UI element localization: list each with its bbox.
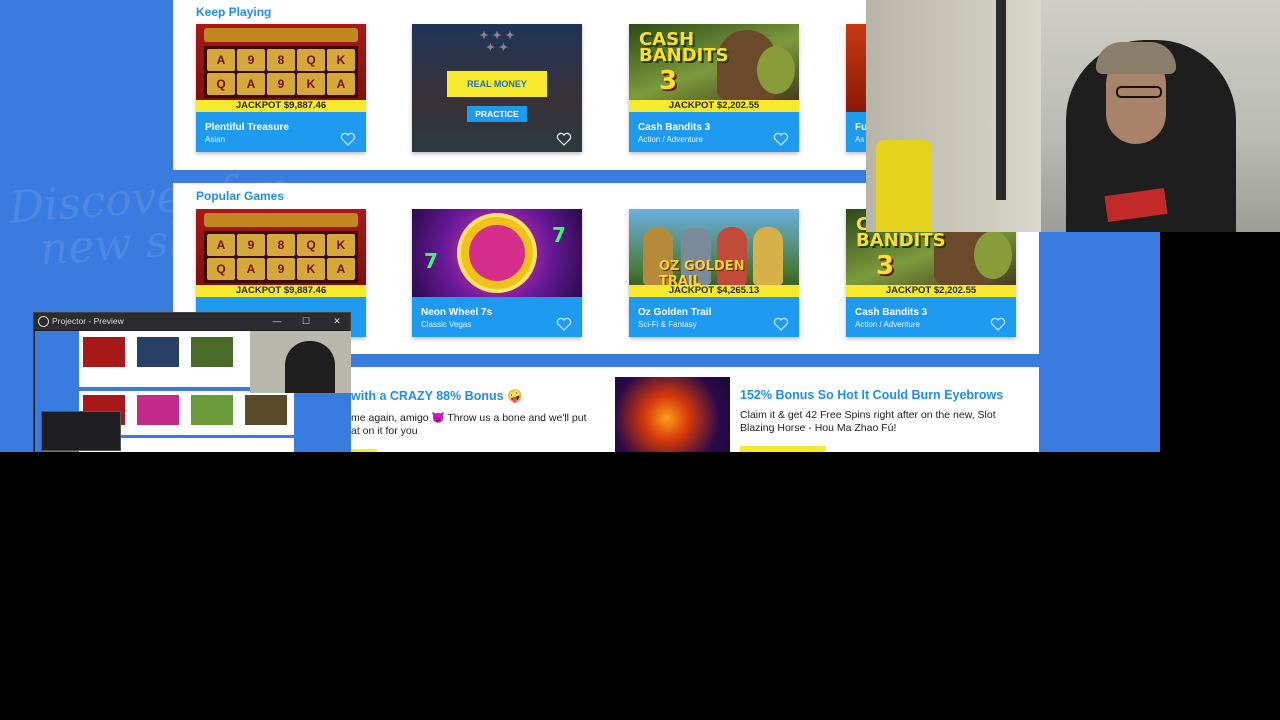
slot-reels: A98QK QA9KA <box>204 46 358 98</box>
game-thumbnail: A98QK QA9KA <box>196 209 366 297</box>
popular-games-title: Popular Games <box>196 189 285 203</box>
promo-text: me again, amigo 😈 Throw us a bone and we… <box>351 412 587 437</box>
heart-icon[interactable] <box>556 132 572 146</box>
mic-arm <box>996 0 1006 200</box>
minimize-button[interactable]: — <box>270 315 284 328</box>
obs-icon <box>38 316 49 327</box>
promo-text: Claim it & get 42 Free Spins right after… <box>740 409 996 434</box>
real-money-button[interactable]: REAL MONEY <box>447 71 547 97</box>
promo-title: 152% Bonus So Hot It Could Burn Eyebrows <box>740 388 1004 402</box>
game-logo: CASHBANDITS <box>639 29 729 66</box>
game-name: Neon Wheel 7s <box>421 307 493 318</box>
promo-claim-button[interactable] <box>740 446 826 452</box>
game-logo <box>204 213 358 227</box>
projector-preview-window[interactable]: Projector - Preview — ☐ ✕ <box>33 312 351 452</box>
wheel-graphic <box>457 213 537 293</box>
jackpot-banner: JACKPOT $4,265.13 <box>629 285 799 297</box>
jackpot-banner: JACKPOT $2,202.55 <box>846 285 1016 297</box>
blazing-horse-promo-image <box>615 377 730 452</box>
promo-title: with a CRAZY 88% Bonus 🤪 <box>351 389 523 403</box>
slot-reels: A98QK QA9KA <box>204 231 358 283</box>
heart-icon[interactable] <box>773 132 789 146</box>
webcam-overlay <box>866 0 1280 232</box>
window-titlebar[interactable]: Projector - Preview — ☐ ✕ <box>34 313 350 330</box>
game-category: Classic Vegas <box>421 320 472 329</box>
game-thumbnail: OZ GOLDEN TRAIL <box>629 209 799 297</box>
keep-playing-section: Keep Playing A98QK QA9KA JACKPOT $9,887.… <box>173 0 1016 170</box>
practice-button[interactable]: PRACTICE <box>467 106 527 122</box>
game-card-princess-quest[interactable]: ✦ ✦ ✦ ✦ ✦ REAL MONEY PRACTICE <box>412 24 582 152</box>
game-name: Oz Golden Trail <box>638 307 712 318</box>
game-name: Plentiful Treasure <box>205 122 289 133</box>
game-thumbnail: A98QK QA9KA <box>196 24 366 112</box>
game-category: Action / Adventure <box>855 320 920 329</box>
gas-tank <box>876 140 932 232</box>
game-card-oz-golden-trail[interactable]: OZ GOLDEN TRAIL JACKPOT $4,265.13 Oz Gol… <box>629 209 799 337</box>
game-name: Cash Bandits 3 <box>855 307 928 318</box>
game-thumbnail: 7 7 <box>412 209 582 297</box>
nested-preview <box>41 411 121 451</box>
heart-icon[interactable] <box>990 317 1006 331</box>
game-thumbnail: CASHBANDITS 3 <box>629 24 799 112</box>
screen: Discover fun new slots Keep Playing A98Q… <box>0 0 1280 720</box>
game-category: Action / Adventure <box>638 135 703 144</box>
preview-canvas <box>35 331 351 452</box>
heart-icon[interactable] <box>556 317 572 331</box>
game-category: As <box>855 135 865 144</box>
game-category: Asian <box>205 135 226 144</box>
game-card-plentiful-treasure[interactable]: A98QK QA9KA JACKPOT $9,887.46 Plentiful … <box>196 24 366 152</box>
jackpot-banner: JACKPOT $9,887.46 <box>196 285 366 297</box>
maximize-button[interactable]: ☐ <box>299 315 313 328</box>
promo-claim-button[interactable] <box>351 449 377 452</box>
game-name: Cash Bandits 3 <box>638 122 711 133</box>
game-card-cash-bandits-3[interactable]: CASHBANDITS 3 JACKPOT $2,202.55 Cash Ban… <box>629 24 799 152</box>
window-title: Projector - Preview <box>52 316 124 326</box>
game-card-neon-wheel-7s[interactable]: 7 7 Neon Wheel 7s Classic Vegas <box>412 209 582 337</box>
jackpot-banner: JACKPOT $9,887.46 <box>196 100 366 112</box>
heart-icon[interactable] <box>340 132 356 146</box>
heart-icon[interactable] <box>773 317 789 331</box>
close-button[interactable]: ✕ <box>330 315 344 328</box>
game-logo <box>204 28 358 42</box>
game-category: Sci-Fi & Fantasy <box>638 320 697 329</box>
keep-playing-title: Keep Playing <box>196 5 272 19</box>
jackpot-banner: JACKPOT $2,202.55 <box>629 100 799 112</box>
